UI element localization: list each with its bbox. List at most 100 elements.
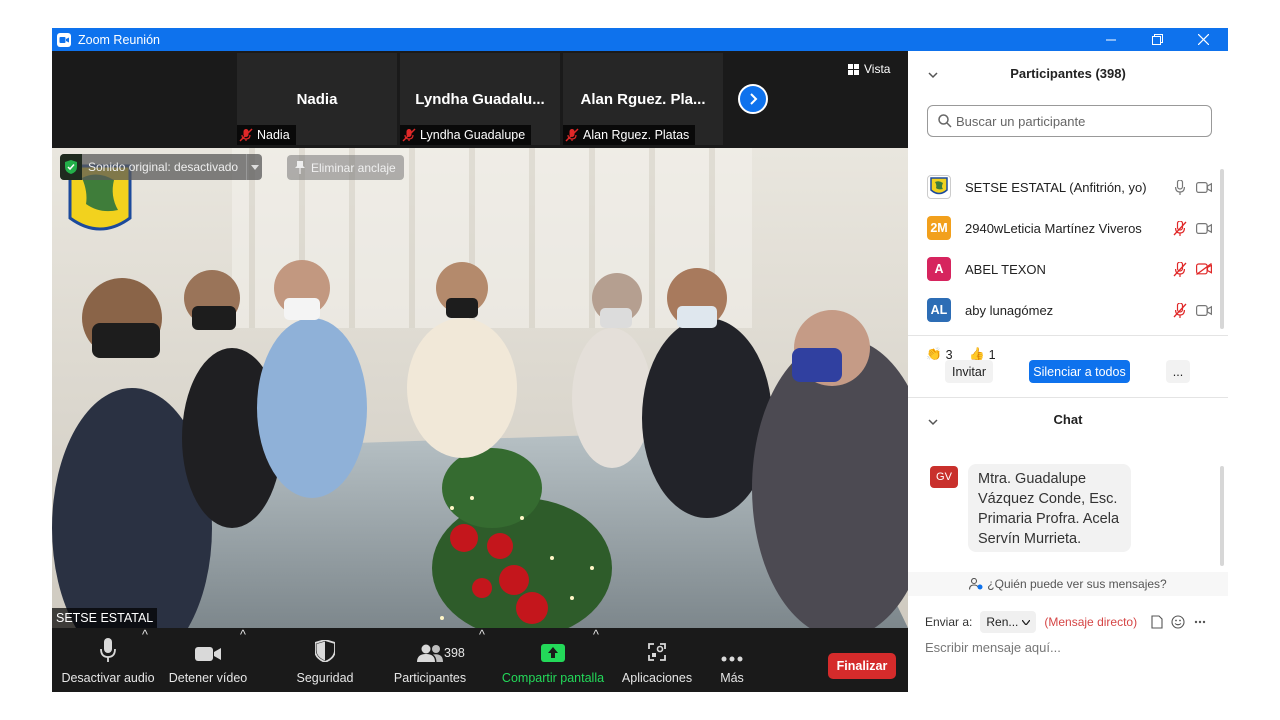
participant-name: ABEL TEXON: [965, 261, 1046, 277]
mic-muted-icon: [239, 128, 253, 142]
chat-scrollbar[interactable]: [1220, 466, 1224, 566]
participants-label: Participantes: [393, 671, 467, 685]
participant-search-input[interactable]: Buscar un participante: [927, 105, 1212, 137]
avatar: AL: [927, 298, 951, 322]
end-meeting-button[interactable]: Finalizar: [828, 653, 896, 679]
video-camera-icon[interactable]: [1195, 219, 1213, 237]
chevron-down-icon: [250, 164, 259, 170]
chat-title: Chat: [1053, 412, 1083, 427]
apps-button[interactable]: Aplicaciones: [612, 628, 702, 692]
participant-tile[interactable]: Alan Rguez. Pla... Alan Rguez. Platas: [563, 53, 723, 145]
mute-all-button[interactable]: Silenciar a todos: [1029, 360, 1130, 383]
clap-emoji: 👏: [926, 347, 942, 361]
grid-view-icon: [848, 63, 859, 75]
close-icon: [1197, 34, 1209, 45]
security-button[interactable]: Seguridad: [280, 628, 370, 692]
pin-icon: [295, 161, 305, 174]
participant-row[interactable]: AL aby lunagómez: [927, 295, 1213, 325]
file-icon[interactable]: [1151, 615, 1163, 629]
microphone-icon: [100, 638, 116, 662]
active-speaker-name: SETSE ESTATAL: [52, 608, 158, 628]
share-screen-label: Compartir pantalla: [501, 671, 605, 685]
close-button[interactable]: [1180, 28, 1226, 51]
video-options-caret[interactable]: ^: [240, 628, 246, 692]
tile-label-text: Lyndha Guadalupe: [420, 128, 526, 142]
more-label: Más: [720, 671, 744, 685]
tile-label: Nadia: [237, 125, 296, 145]
original-sound-menu[interactable]: [246, 154, 262, 180]
next-page-button[interactable]: [738, 84, 768, 114]
minimize-icon: [1106, 39, 1116, 40]
shield-icon: [315, 640, 335, 662]
search-placeholder: Buscar un participante: [956, 113, 1086, 129]
send-to-row: Enviar a: Ren... (Mensaje directo): [925, 611, 1206, 633]
video-off-icon[interactable]: [1195, 260, 1213, 278]
tile-label: Lyndha Guadalupe: [400, 125, 532, 145]
mic-muted-icon: [402, 128, 416, 142]
mic-muted-icon[interactable]: [1171, 219, 1189, 237]
avatar: A: [927, 257, 951, 281]
share-screen-button[interactable]: Compartir pantalla: [498, 628, 608, 692]
participants-scrollbar[interactable]: [1220, 169, 1224, 329]
view-button-label: Vista: [864, 62, 891, 76]
microphone-icon[interactable]: [1171, 178, 1189, 196]
more-dots-icon[interactable]: [1194, 620, 1206, 624]
tile-name: Alan Rguez. Pla...: [580, 91, 706, 108]
restore-icon: [1151, 34, 1163, 45]
window-title: Zoom Reunión: [78, 32, 160, 47]
tile-label-text: Nadia: [257, 128, 290, 142]
mic-muted-icon[interactable]: [1171, 260, 1189, 278]
more-dots-icon: [721, 656, 743, 662]
participants-options-caret[interactable]: ^: [479, 628, 485, 692]
chat-message: Mtra. Guadalupe Vázquez Conde, Esc. Prim…: [968, 464, 1131, 552]
unpin-label: Eliminar anclaje: [311, 160, 396, 175]
main-video-feed: [52, 148, 908, 628]
tile-label-text: Alan Rguez. Platas: [583, 128, 690, 142]
participant-name: aby lunagómez: [965, 302, 1054, 318]
share-options-caret[interactable]: ^: [593, 628, 599, 692]
chevron-right-icon: [750, 93, 758, 105]
participant-name: 2940wLeticia Martínez Viveros: [965, 220, 1142, 236]
zoom-window: Zoom Reunión Nadia Nadia Lyndha Guadalu.…: [52, 28, 1228, 692]
view-button[interactable]: Vista: [848, 62, 890, 76]
tile-label: Alan Rguez. Platas: [563, 125, 696, 145]
video-camera-icon[interactable]: [1195, 301, 1213, 319]
who-can-see-text: ¿Quién puede ver sus mensajes?: [987, 577, 1167, 591]
security-label: Seguridad: [296, 671, 354, 685]
video-area: Nadia Nadia Lyndha Guadalu... Lyndha Gua…: [52, 51, 908, 628]
chevron-down-icon: [1022, 619, 1031, 625]
tile-name: Lyndha Guadalu...: [415, 91, 545, 108]
recipient-select[interactable]: Ren...: [980, 611, 1037, 633]
direct-message-label: (Mensaje directo): [1044, 615, 1138, 629]
participant-name: SETSE ESTATAL (Anfitrión, yo): [965, 179, 1147, 195]
emoji-icon[interactable]: [1171, 615, 1185, 629]
more-button[interactable]: Más: [708, 628, 756, 692]
divider: [908, 335, 1228, 336]
mic-muted-icon[interactable]: [1171, 301, 1189, 319]
minimize-button[interactable]: [1088, 28, 1134, 51]
restore-button[interactable]: [1134, 28, 1180, 51]
participant-row[interactable]: SETSE ESTATAL (Anfitrión, yo): [927, 172, 1213, 202]
security-shield-icon: [60, 154, 82, 180]
recipient-value: Ren...: [986, 615, 1019, 629]
participants-icon: [417, 644, 443, 662]
original-sound-toggle[interactable]: Sonido original: desactivado: [60, 154, 263, 180]
participant-tile[interactable]: Nadia Nadia: [237, 53, 397, 145]
unpin-button[interactable]: Eliminar anclaje: [287, 155, 404, 180]
video-camera-icon[interactable]: [1195, 178, 1213, 196]
chat-message-input[interactable]: Escribir mensaje aquí...: [925, 640, 1061, 655]
participants-title: Participantes (398): [1010, 66, 1126, 81]
participant-tile[interactable]: Lyndha Guadalu... Lyndha Guadalupe: [400, 53, 560, 145]
participant-row[interactable]: A ABEL TEXON: [927, 254, 1213, 284]
divider: [908, 397, 1228, 398]
participant-row[interactable]: 2M 2940wLeticia Martínez Viveros: [927, 213, 1213, 243]
more-options-button[interactable]: ...: [1166, 360, 1190, 383]
chat-sender-avatar: GV: [930, 466, 958, 488]
audio-options-caret[interactable]: ^: [142, 628, 148, 692]
invite-button[interactable]: Invitar: [945, 360, 993, 383]
who-can-see-link[interactable]: ¿Quién puede ver sus mensajes?: [908, 572, 1228, 596]
zoom-logo-icon: [57, 32, 71, 47]
mic-muted-icon: [565, 128, 579, 142]
title-bar: Zoom Reunión: [52, 28, 1228, 51]
share-screen-icon: [541, 644, 565, 662]
